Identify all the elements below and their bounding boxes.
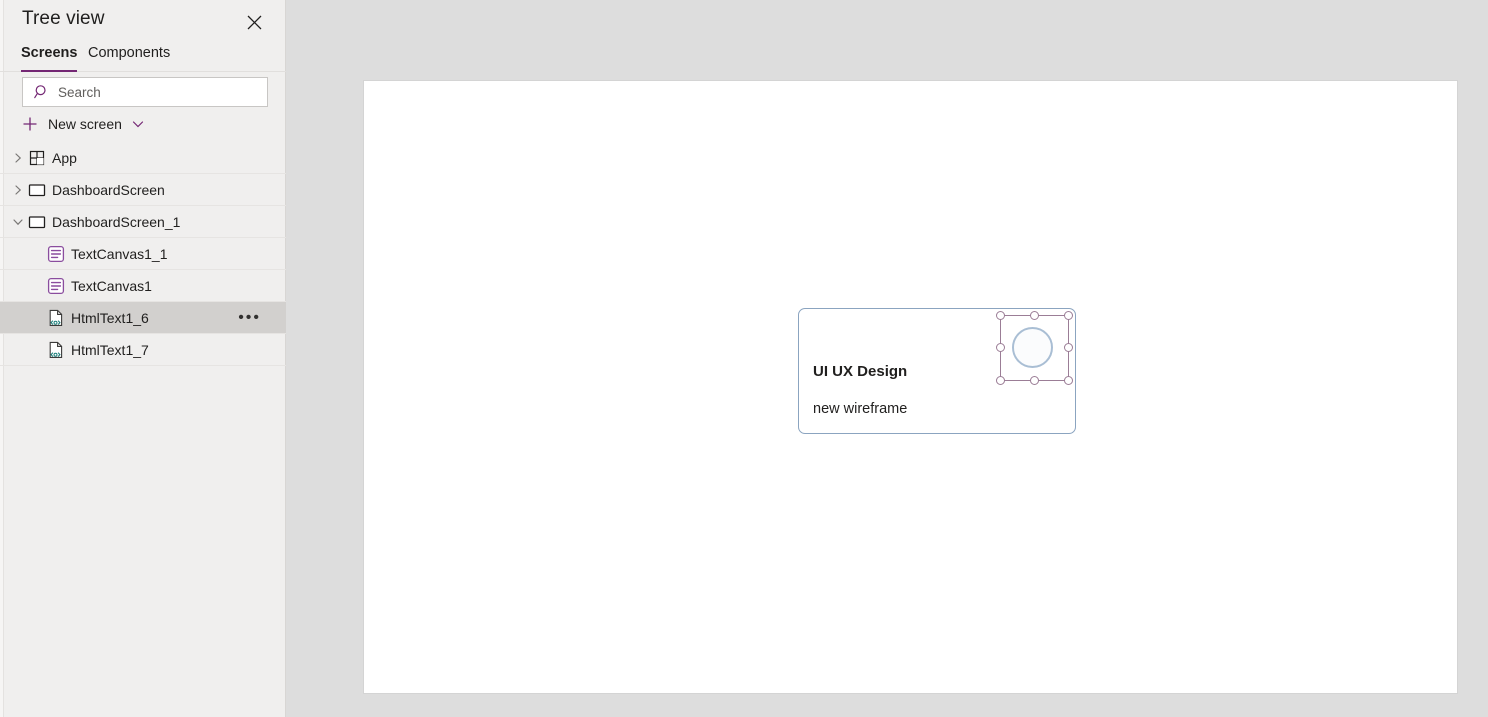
chevron-down-icon[interactable]: [131, 117, 145, 131]
tab-components[interactable]: Components: [88, 44, 170, 71]
app-canvas[interactable]: UI UX Design new wireframe: [364, 81, 1457, 693]
tree-item-dashboardscreen[interactable]: DashboardScreen: [0, 174, 286, 206]
chevron-right-icon[interactable]: [11, 183, 25, 197]
tree-item-dashboardscreen_1[interactable]: DashboardScreen_1: [0, 206, 286, 238]
resize-handle-s[interactable]: [1029, 376, 1039, 385]
screen-icon: [27, 180, 47, 200]
text-canvas-icon: [46, 244, 66, 264]
tab-screens[interactable]: Screens: [21, 44, 78, 72]
resize-handle-nw[interactable]: [996, 311, 1005, 320]
plus-icon: [22, 116, 38, 132]
tree-item-htmltext1_6[interactable]: HtmlText1_6 •••: [0, 302, 286, 334]
tree-item-label: DashboardScreen_1: [52, 213, 181, 230]
search-icon: [34, 84, 50, 100]
tree-item-label: TextCanvas1: [71, 277, 152, 294]
tree-item-app[interactable]: App: [0, 142, 286, 174]
tree-item-label: HtmlText1_6: [71, 309, 149, 326]
resize-handle-sw[interactable]: [996, 376, 1005, 385]
search-box[interactable]: [22, 77, 268, 107]
tab-components-label: Components: [88, 45, 171, 61]
panel-tabs: Screens Components: [0, 44, 286, 72]
resize-handle-n[interactable]: [1029, 311, 1039, 320]
card-title: UI UX Design: [813, 363, 908, 380]
resize-handle-w[interactable]: [996, 343, 1005, 352]
panel-title: Tree view: [22, 8, 105, 29]
workspace-area: UI UX Design new wireframe: [286, 0, 1488, 717]
screen-icon: [27, 212, 47, 232]
row-more-button[interactable]: •••: [238, 309, 261, 326]
html-text-icon: [46, 308, 66, 328]
tree-view-panel: Tree view Screens Components Search New …: [0, 0, 286, 717]
close-icon: [247, 15, 262, 30]
chevron-right-icon[interactable]: [11, 151, 25, 165]
resize-handle-se[interactable]: [1064, 376, 1073, 385]
text-canvas-icon: [46, 276, 66, 296]
search-input[interactable]: [58, 84, 248, 100]
tree-item-label: HtmlText1_7: [71, 341, 149, 358]
tree-item-textcanvas1[interactable]: TextCanvas1: [0, 270, 286, 302]
html-text-icon: [46, 340, 66, 360]
tree-item-textcanvas1_1[interactable]: TextCanvas1_1: [0, 238, 286, 270]
new-screen-button[interactable]: New screen: [22, 112, 145, 136]
new-screen-label: New screen: [48, 116, 122, 132]
close-button[interactable]: [240, 8, 268, 36]
tree-item-htmltext1_7[interactable]: HtmlText1_7: [0, 334, 286, 366]
chevron-down-icon[interactable]: [11, 215, 25, 229]
card-subtitle: new wireframe: [813, 401, 908, 417]
tree-item-label: App: [52, 149, 77, 166]
tree-list: App DashboardScreen DashboardScreen_1 Te…: [0, 142, 286, 717]
resize-handle-e[interactable]: [1064, 343, 1073, 352]
panel-header: Tree view: [0, 0, 285, 44]
tree-item-label: DashboardScreen: [52, 181, 165, 198]
tree-item-label: TextCanvas1_1: [71, 245, 168, 262]
selection-bounding-box[interactable]: [996, 311, 1073, 385]
tab-screens-label: Screens: [21, 45, 78, 61]
resize-handle-ne[interactable]: [1064, 311, 1073, 320]
app-grid-icon: [27, 148, 47, 168]
